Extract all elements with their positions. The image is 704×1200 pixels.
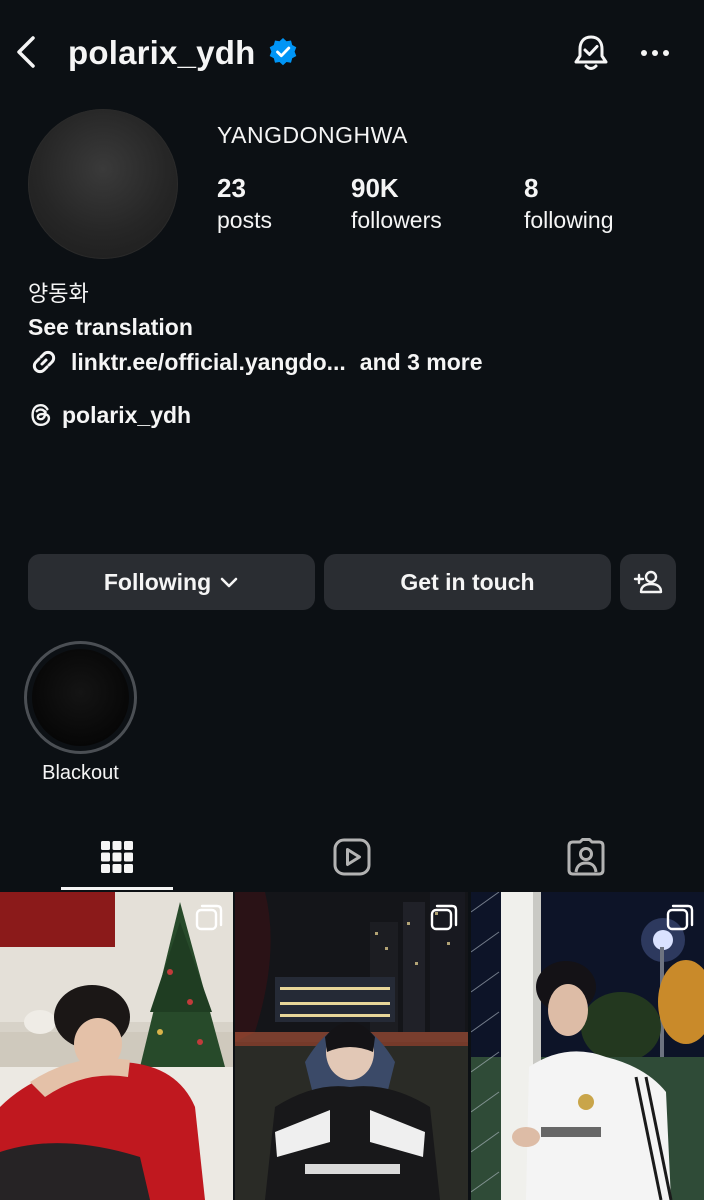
get-in-touch-button[interactable]: Get in touch	[324, 554, 611, 610]
followers-count[interactable]: 90K followers	[351, 170, 442, 234]
bio-link-more: and 3 more	[359, 348, 483, 375]
bio-link[interactable]: linktr.ee/official.yangdo... and 3 more	[28, 345, 483, 379]
profile-username: polarix_ydh	[68, 34, 256, 71]
profile-avatar[interactable]	[28, 109, 178, 259]
notifications-bell-button[interactable]	[571, 31, 611, 75]
posts-count-value: 23	[217, 173, 246, 203]
grid-icon	[101, 841, 133, 873]
following-count[interactable]: 8 following	[524, 170, 614, 234]
tab-reels[interactable]	[296, 824, 408, 890]
threads-profile-link[interactable]: polarix_ydh	[28, 398, 191, 432]
following-count-value: 8	[524, 173, 539, 203]
story-highlight-blackout[interactable]	[24, 641, 137, 754]
display-name: YANGDONGHWA	[217, 122, 408, 148]
posts-count-label: posts	[217, 207, 272, 233]
carousel-icon	[195, 904, 223, 931]
post-thumbnail[interactable]	[0, 892, 233, 1200]
verified-badge-icon	[269, 38, 297, 66]
posts-count: 23 posts	[217, 170, 272, 234]
highlight-label: Blackout	[42, 762, 119, 784]
active-tab-indicator	[61, 887, 173, 890]
back-button[interactable]	[12, 30, 44, 74]
highlight-cover	[32, 649, 129, 746]
get-in-touch-label: Get in touch	[400, 568, 535, 595]
post-thumbnail[interactable]	[471, 892, 704, 1200]
bio-name: 양동화	[28, 282, 89, 307]
bio-link-text: linktr.ee/official.yangdo...	[71, 348, 346, 375]
followers-count-value: 90K	[351, 173, 399, 203]
chevron-down-icon	[220, 577, 238, 588]
link-icon	[32, 350, 56, 374]
threads-handle: polarix_ydh	[62, 401, 192, 428]
post-image	[235, 892, 468, 1200]
back-arrow-icon	[17, 36, 35, 68]
bell-check-icon	[574, 35, 608, 70]
tab-posts-grid[interactable]	[61, 824, 173, 890]
reels-icon	[333, 838, 371, 876]
carousel-icon	[666, 904, 694, 931]
tagged-user-icon	[567, 838, 605, 876]
post-image	[471, 892, 704, 1200]
carousel-icon	[430, 904, 458, 931]
see-translation-link[interactable]: See translation	[28, 312, 193, 342]
following-button[interactable]: Following	[28, 554, 315, 610]
more-options-button[interactable]	[636, 35, 674, 71]
post-thumbnail[interactable]	[235, 892, 468, 1200]
suggested-users-button[interactable]	[620, 554, 676, 610]
more-dots-icon	[641, 50, 669, 56]
add-user-icon	[633, 570, 663, 594]
post-image	[0, 892, 233, 1200]
tab-tagged[interactable]	[530, 824, 642, 890]
following-button-label: Following	[103, 568, 212, 595]
threads-icon	[31, 404, 51, 426]
followers-count-label: followers	[351, 207, 442, 233]
following-count-label: following	[524, 207, 614, 233]
